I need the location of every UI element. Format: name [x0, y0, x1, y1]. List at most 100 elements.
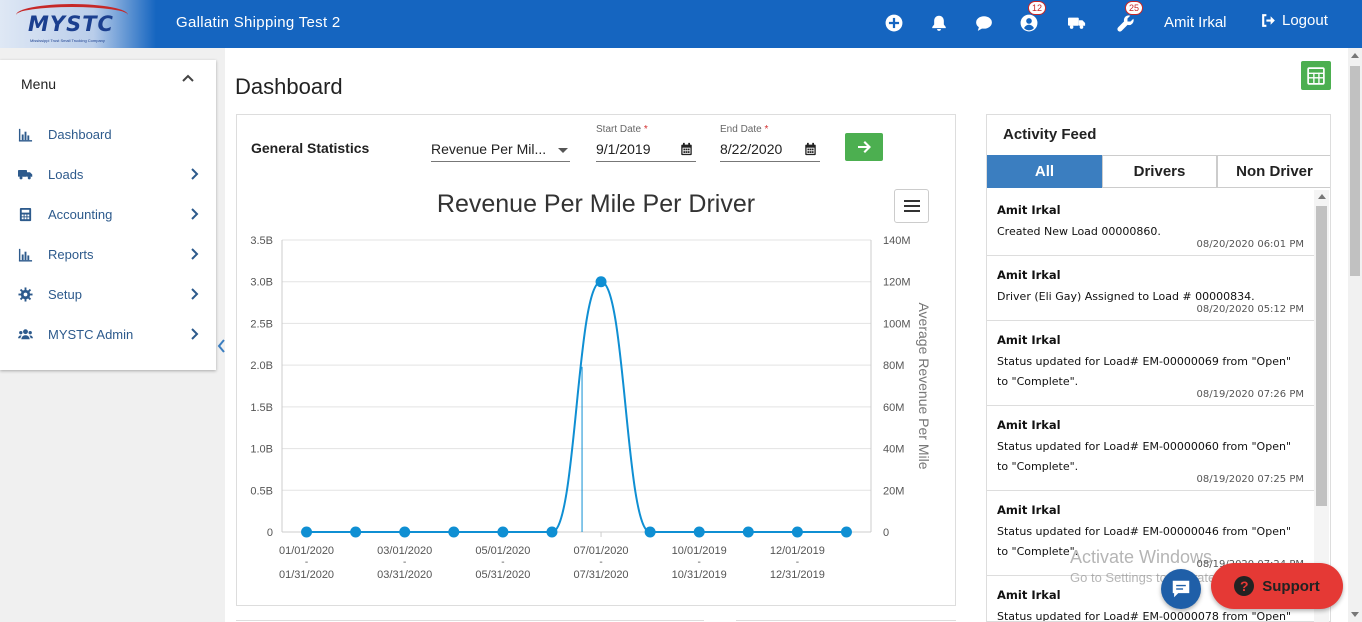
feed-scrollbar[interactable] [1314, 190, 1329, 622]
scroll-up-arrow-icon[interactable] [1351, 53, 1359, 58]
bell-icon[interactable] [928, 12, 950, 34]
user-name[interactable]: Amit Irkal [1164, 14, 1227, 31]
list-item: Amit Irkal Status updated for Load# EM-0… [987, 321, 1314, 406]
chat-bubble-icon [1172, 580, 1190, 598]
support-button[interactable]: ? Support [1211, 563, 1343, 609]
data-point [791, 526, 803, 538]
page-scrollbar-thumb[interactable] [1350, 66, 1360, 276]
chat-icon[interactable] [973, 12, 995, 34]
chevron-up-icon[interactable] [181, 72, 195, 86]
data-point [448, 526, 460, 538]
page-title: Dashboard [235, 74, 343, 99]
bar-chart-icon [18, 247, 33, 262]
gear-icon [18, 286, 33, 302]
start-date-value: 9/1/2019 [596, 141, 651, 157]
y-tick-label-right: 60M [883, 402, 904, 414]
calendar-icon[interactable] [804, 142, 818, 156]
feed-scrollbar-thumb[interactable] [1316, 206, 1327, 506]
app-title: Gallatin Shipping Test 2 [176, 14, 341, 31]
x-tick-label: 05/31/2020 [475, 569, 530, 581]
chart-title: Revenue Per Mile Per Driver [436, 190, 756, 218]
end-date-field[interactable]: End Date * 8/22/2020 [720, 124, 820, 162]
logo[interactable]: MYSTC Mississippi Trust Small Trucking C… [0, 0, 156, 48]
export-excel-button[interactable] [1301, 61, 1331, 90]
feed-item-message: Status updated for Load# EM-00000078 fro… [997, 610, 1291, 622]
x-tick-label: 12/31/2019 [770, 569, 825, 581]
logout-button[interactable]: Logout [1260, 12, 1328, 29]
arrow-right-icon [858, 141, 871, 153]
data-point [301, 526, 313, 538]
calendar-icon[interactable] [680, 142, 694, 156]
sidebar-item-loads[interactable]: Loads [0, 159, 216, 189]
user-circle-icon[interactable]: 12 [1018, 1, 1047, 34]
sidebar-item-label: Loads [48, 166, 84, 182]
x-tick-label: 01/31/2020 [279, 569, 334, 581]
chevron-right-icon [191, 328, 199, 340]
bar-chart-icon [18, 127, 33, 142]
users-icon [18, 327, 33, 342]
logo-text: MYSTC [28, 12, 114, 36]
chat-button[interactable] [1161, 569, 1201, 609]
sidebar-item-label: Reports [48, 246, 94, 262]
x-tick-label-dash: - [501, 557, 504, 568]
calculator-icon [18, 207, 33, 222]
sidebar-item-dashboard[interactable]: Dashboard [0, 119, 216, 149]
y-tick-label-right: 120M [883, 277, 911, 289]
y-tick-label-left: 2.0B [250, 360, 273, 372]
wrench-badge: 25 [1125, 1, 1144, 15]
data-point [840, 526, 852, 538]
x-tick-label: 03/01/2020 [377, 545, 432, 557]
x-tick-label: 07/31/2020 [574, 569, 629, 581]
feed-item-user: Amit Irkal [997, 203, 1061, 217]
truck-icon[interactable] [1066, 12, 1088, 34]
start-date-field[interactable]: Start Date * 9/1/2019 [596, 124, 696, 162]
activity-feed-panel: Activity Feed All Drivers Non Driver Ami… [986, 114, 1331, 622]
menu-label: Menu [21, 76, 57, 92]
x-tick-label-dash: - [305, 557, 308, 568]
sidebar-item-reports[interactable]: Reports [0, 239, 216, 269]
feed-item-message: Status updated for Load# EM-00000060 fro… [997, 440, 1291, 473]
logo-tagline: Mississippi Trust Small Trucking Company [30, 38, 105, 43]
y-tick-label-right: 80M [883, 360, 904, 372]
sidebar-item-mystc-admin[interactable]: MYSTC Admin [0, 319, 216, 349]
logout-label: Logout [1282, 12, 1328, 29]
required-mark: * [764, 124, 769, 135]
x-tick-label-dash: - [599, 557, 602, 568]
chevron-right-icon [191, 208, 199, 220]
page-scrollbar[interactable] [1348, 48, 1362, 622]
y-tick-label-right: 100M [883, 318, 911, 330]
x-tick-label: 05/01/2020 [475, 545, 530, 557]
activity-feed-tabs: All Drivers Non Driver [987, 155, 1330, 188]
list-item: Amit Irkal Created New Load 00000860. 08… [987, 191, 1314, 256]
sidebar-item-accounting[interactable]: Accounting [0, 199, 216, 229]
y-tick-label-left: 1.0B [250, 444, 273, 456]
x-tick-label-dash: - [698, 557, 701, 568]
apply-filter-button[interactable] [845, 133, 883, 161]
y-tick-label-right: 20M [883, 485, 904, 497]
hamburger-menu-icon [903, 200, 920, 212]
metric-select[interactable]: Revenue Per Mil... [431, 138, 570, 162]
end-date-label: End Date [720, 124, 762, 135]
tab-drivers[interactable]: Drivers [1102, 155, 1217, 188]
dropdown-arrow-icon [558, 148, 568, 153]
user-badge: 12 [1028, 1, 1047, 15]
sidebar-item-label: Accounting [48, 206, 113, 222]
question-circle-icon: ? [1234, 576, 1255, 596]
scroll-down-arrow-icon[interactable] [1351, 612, 1359, 617]
y-tick-label-right: 40M [883, 444, 904, 456]
add-circle-icon[interactable] [883, 12, 905, 34]
wrench-icon[interactable]: 25 [1115, 1, 1144, 34]
sidebar: Menu Dashboard Loads Accounting Reports … [0, 60, 216, 370]
data-point [497, 526, 509, 538]
sidebar-collapse-handle[interactable] [216, 338, 226, 354]
tab-non-driver[interactable]: Non Driver [1217, 155, 1330, 188]
tab-all[interactable]: All [987, 155, 1102, 188]
sidebar-item-setup[interactable]: Setup [0, 279, 216, 309]
data-point [399, 526, 411, 538]
chevron-right-icon [191, 288, 199, 300]
chart-menu-button[interactable] [894, 189, 929, 223]
required-mark: * [643, 124, 648, 135]
scroll-up-arrow-icon[interactable] [1318, 194, 1326, 199]
x-tick-label: 01/01/2020 [279, 545, 334, 557]
truck-icon [18, 167, 33, 182]
